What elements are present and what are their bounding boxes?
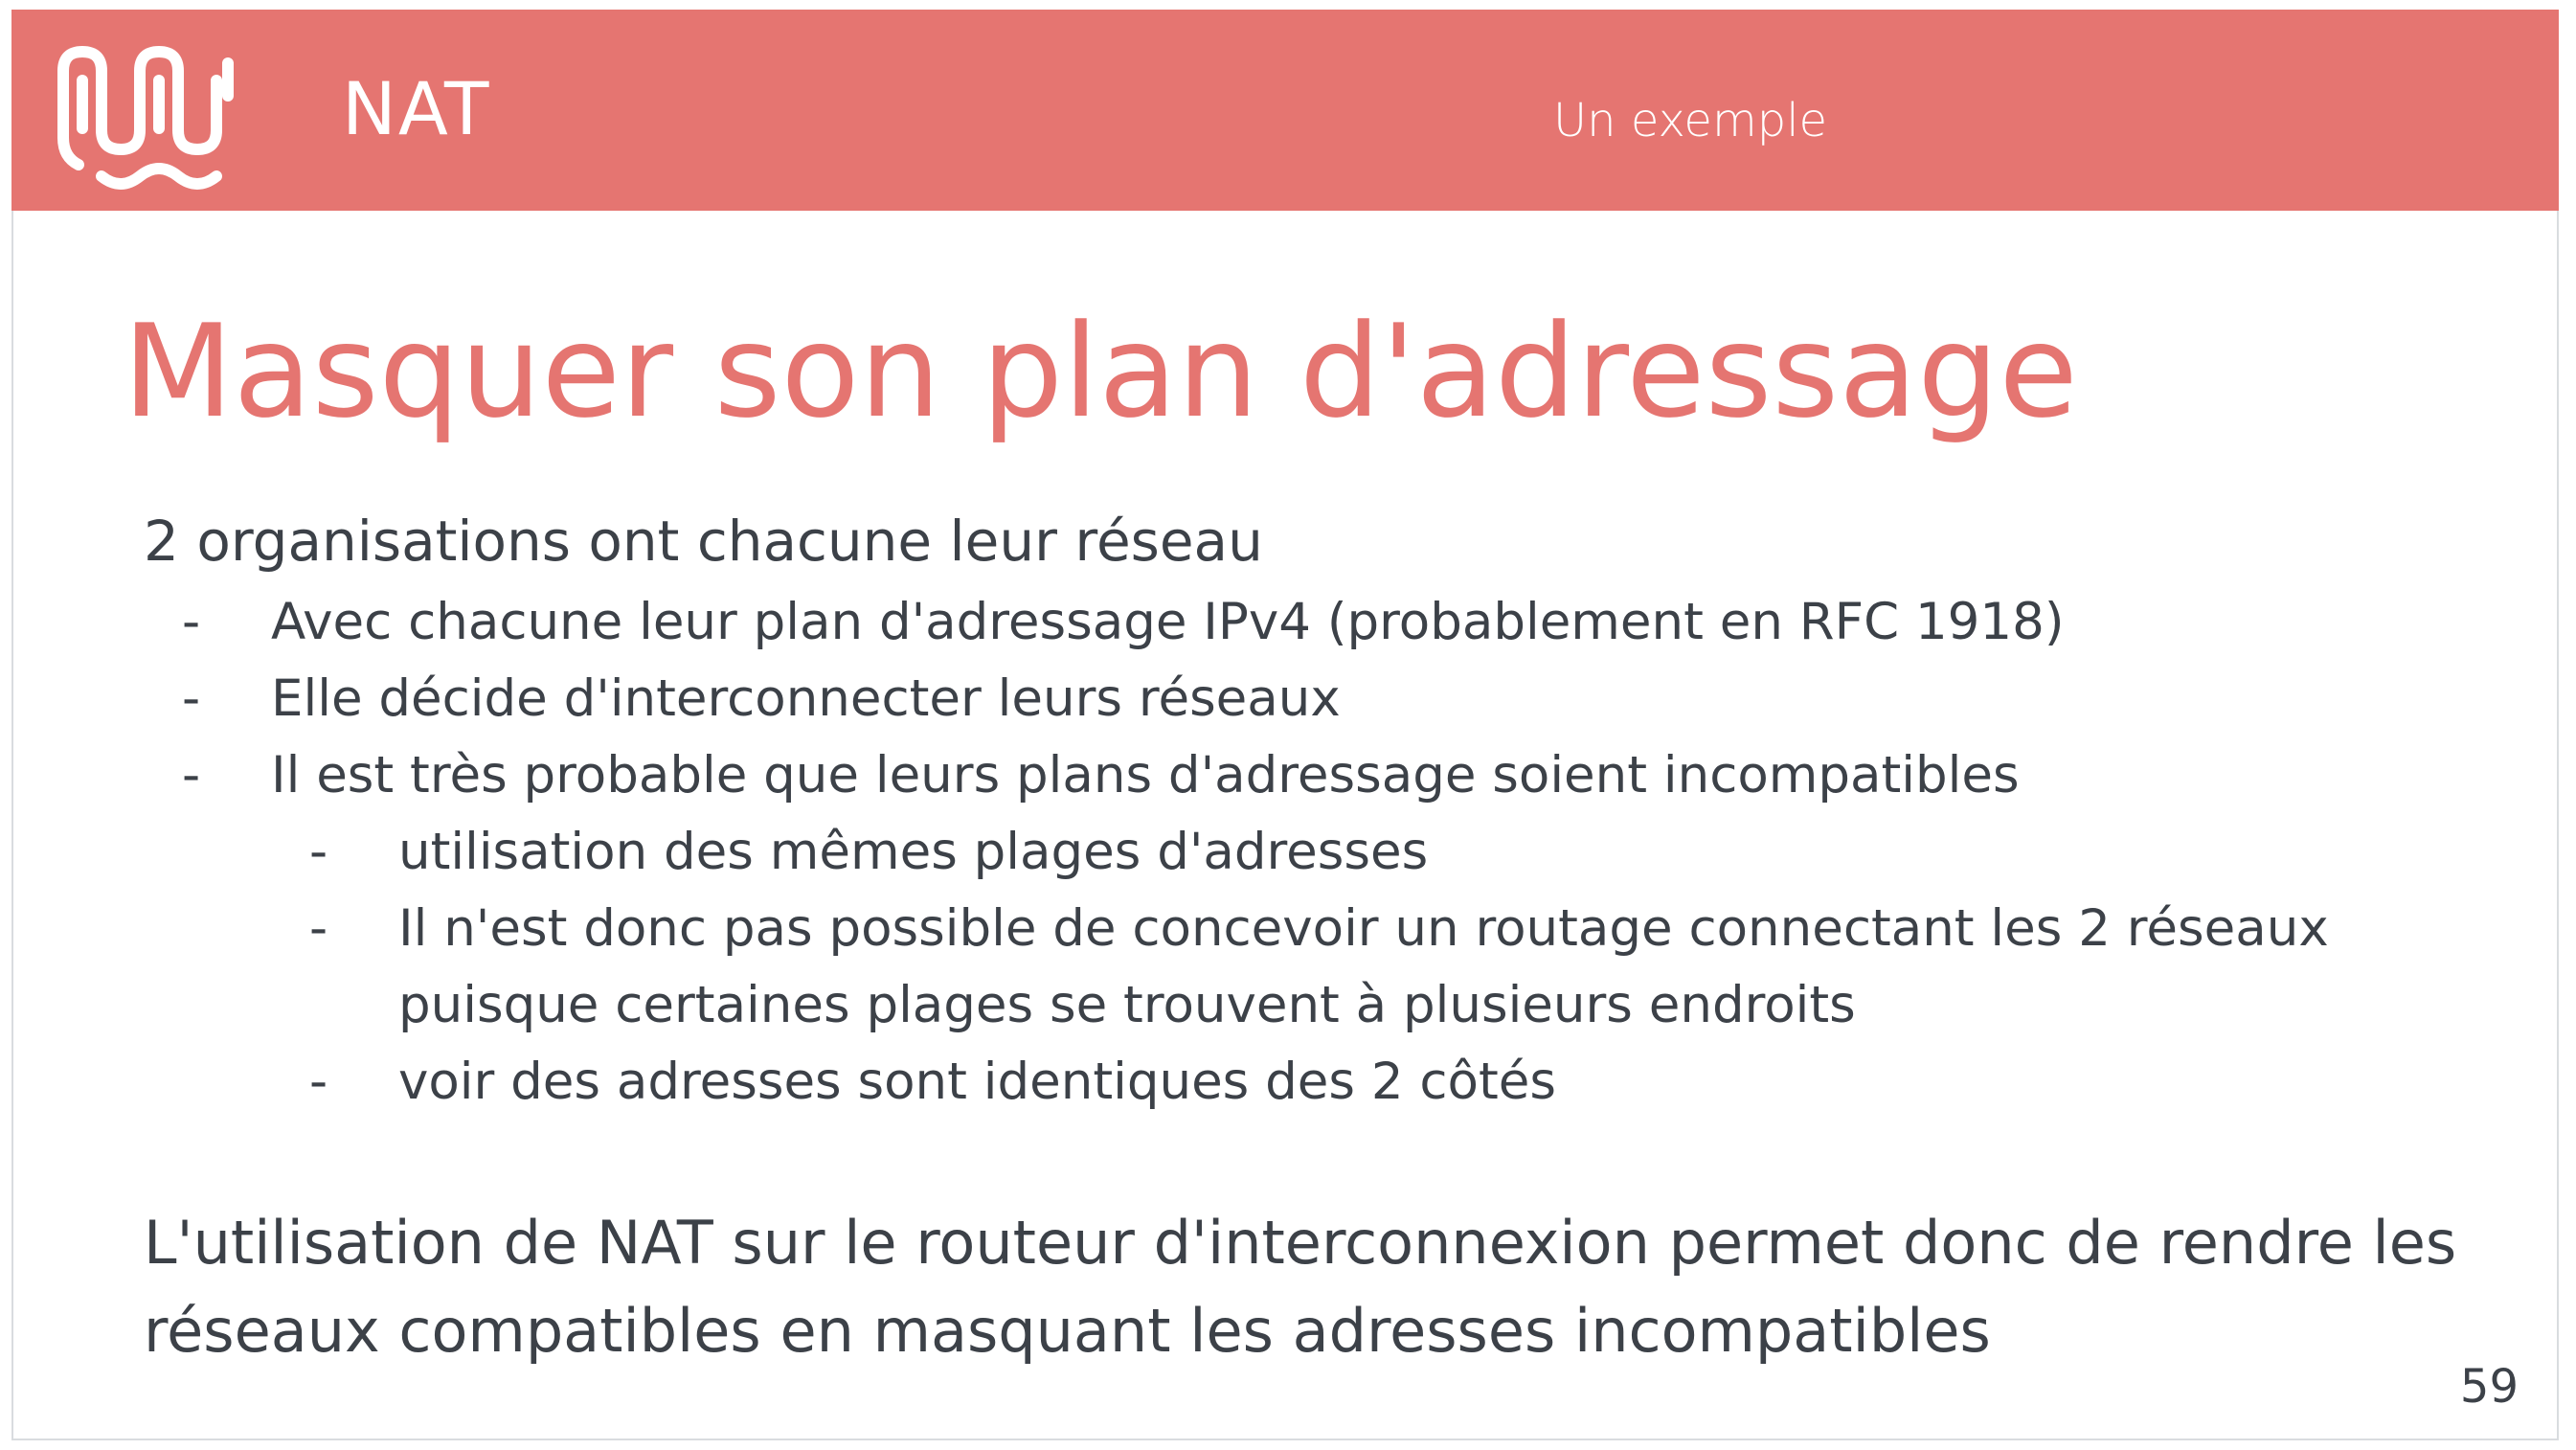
sub-bullet-text-continued: puisque certaines plages se trouvent à p… (398, 976, 1856, 1034)
list-item: - Avec chacune leur plan d'adressage IPv4… (144, 584, 2490, 661)
sub-bullet-list: - utilisation des mêmes plages d'adresses… (271, 814, 2490, 1121)
bullet-dash: - (182, 746, 201, 804)
bullet-dash: - (309, 823, 328, 881)
wave-logo-icon (57, 46, 234, 190)
bullet-text: Il est très probable que leurs plans d'a… (271, 746, 2020, 804)
sub-bullet-text: Il n'est donc pas possible de concevoir … (398, 899, 2329, 958)
list-item: - voir des adresses sont identiques des 2… (271, 1044, 2490, 1121)
bullet-dash: - (309, 1053, 328, 1111)
page-number: 59 (2459, 1360, 2519, 1414)
bullet-dash: - (309, 899, 328, 958)
sub-bullet-text: voir des adresses sont identiques des 2 … (398, 1053, 1556, 1111)
conclusion-line-1: L'utilisation de NAT sur le routeur d'in… (144, 1208, 2457, 1278)
conclusion-text: L'utilisation de NAT sur le routeur d'in… (144, 1199, 2490, 1375)
bullet-text: Avec chacune leur plan d'adressage IPv4 … (271, 593, 2065, 651)
slide-header: NAT Un exemple (11, 10, 2559, 211)
intro-text: 2 organisations ont chacune leur réseau (144, 509, 1263, 574)
section-title: NAT (342, 66, 491, 151)
slide-content: 2 organisations ont chacune leur réseau … (144, 498, 2490, 1375)
list-item: - Il n'est donc pas possible de concevoir… (271, 891, 2490, 1044)
list-item: - utilisation des mêmes plages d'adresses (271, 814, 2490, 891)
list-item: - Il est très probable que leurs plans d'… (144, 737, 2490, 1121)
bullet-list: - Avec chacune leur plan d'adressage IPv4… (144, 584, 2490, 1121)
conclusion-line-2: réseaux compatibles en masquant les adre… (144, 1296, 1991, 1366)
sub-bullet-text: utilisation des mêmes plages d'adresses (398, 823, 1429, 881)
bullet-dash: - (182, 593, 201, 651)
page-title: Masquer son plan d'adressage (123, 297, 2078, 446)
bullet-text: Elle décide d'interconnecter leurs résea… (271, 669, 1341, 728)
bullet-dash: - (182, 669, 201, 728)
slide-subtitle: Un exemple (1553, 94, 1828, 147)
list-item: - Elle décide d'interconnecter leurs rése… (144, 661, 2490, 737)
